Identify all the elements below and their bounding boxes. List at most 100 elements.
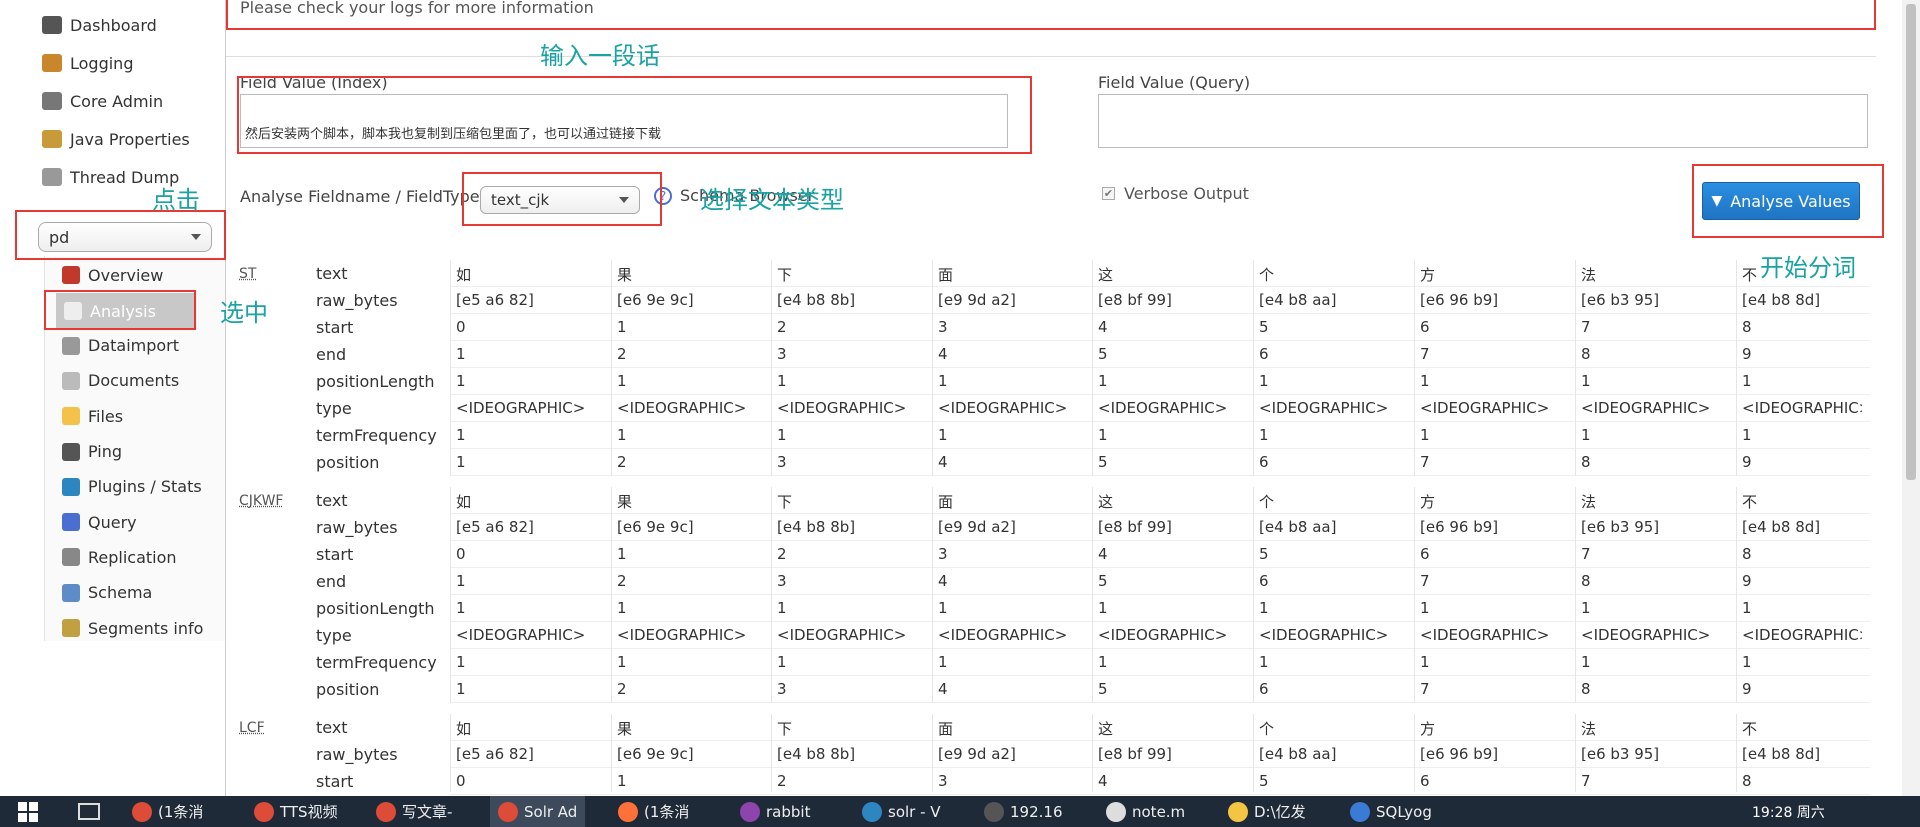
- taskbar-app[interactable]: SQLyog: [1350, 796, 1432, 827]
- token-cell: 1: [1581, 653, 1591, 671]
- core-item-label: Replication: [88, 547, 177, 567]
- token-cell: 7: [1581, 545, 1591, 563]
- error-text: Please check your logs for more informat…: [240, 0, 594, 17]
- column-divider: [1736, 487, 1737, 703]
- token-cell: [e4 b8 aa]: [1259, 291, 1337, 309]
- taskbar-app[interactable]: TTS视频: [254, 796, 338, 827]
- taskbar-app[interactable]: 192.16: [984, 796, 1063, 827]
- token-cell: [e5 a6 82]: [456, 291, 534, 309]
- row-divider: [450, 567, 1870, 568]
- sidebar-item-java-properties[interactable]: Java Properties: [42, 124, 190, 154]
- token-cell: 8: [1581, 453, 1591, 471]
- core-item-label: Files: [88, 406, 124, 426]
- core-item-plugins-stats[interactable]: Plugins / Stats: [62, 472, 202, 502]
- core-item-segments-info[interactable]: Segments info: [62, 613, 203, 643]
- taskbar-app[interactable]: rabbit: [740, 796, 810, 827]
- sidebar-item-label: Dashboard: [70, 15, 157, 35]
- row-label: end: [316, 345, 347, 364]
- core-item-schema[interactable]: Schema: [62, 578, 152, 608]
- taskbar-app[interactable]: solr - V: [862, 796, 941, 827]
- row-divider: [450, 648, 1870, 649]
- core-item-files[interactable]: Files: [62, 401, 123, 431]
- token-cell: 8: [1581, 345, 1591, 363]
- token-cell: <IDEOGRAPHIC>: [1420, 399, 1550, 417]
- row-divider: [450, 794, 1870, 795]
- core-item-documents[interactable]: Documents: [62, 366, 179, 396]
- taskbar: (1条消 TTS视频 写文章- Solr Ad (1条消 rabbit solr - V 19…: [0, 796, 1920, 827]
- token-cell: <IDEOGRAPHIC>: [777, 626, 907, 644]
- token-cell: 1: [1742, 599, 1752, 617]
- core-item-ping[interactable]: Ping: [62, 437, 122, 467]
- token-cell: 1: [1581, 372, 1591, 390]
- row-label: start: [316, 772, 354, 791]
- taskbar-app[interactable]: D:\亿发: [1228, 796, 1306, 827]
- token-cell: 4: [1098, 318, 1108, 336]
- app-icon: [618, 801, 638, 822]
- taskbar-app-label: (1条消: [158, 803, 204, 821]
- row-label: position: [316, 453, 380, 472]
- token-cell: 0: [456, 545, 466, 563]
- token-cell: 法: [1581, 720, 1597, 738]
- column-divider: [932, 260, 933, 476]
- sidebar-item-logging[interactable]: Logging: [42, 48, 133, 78]
- token-cell: 4: [938, 453, 948, 471]
- row-label: text: [316, 264, 348, 283]
- token-cell: [e9 9d a2]: [938, 518, 1016, 536]
- token-cell: 1: [1420, 653, 1430, 671]
- row-divider: [450, 286, 1870, 287]
- core-item-label: Segments info: [88, 618, 204, 638]
- token-cell: [e6 9e 9c]: [617, 745, 694, 763]
- core-item-query[interactable]: Query: [62, 507, 137, 537]
- token-cell: 1: [456, 453, 466, 471]
- column-divider: [771, 487, 772, 703]
- token-cell: 7: [1420, 572, 1430, 590]
- taskbar-app[interactable]: note.m: [1106, 796, 1185, 827]
- sidebar-item-dashboard[interactable]: Dashboard: [42, 10, 157, 40]
- taskbar-clock[interactable]: 19:28 周六: [1752, 802, 1825, 822]
- annotation-box-core: [15, 210, 226, 260]
- token-cell: 3: [938, 772, 948, 790]
- taskbar-app-label: TTS视频: [280, 803, 338, 821]
- column-divider: [1575, 714, 1576, 792]
- core-item-overview[interactable]: Overview: [62, 260, 163, 290]
- query-field-textarea[interactable]: [1098, 94, 1868, 148]
- row-divider: [450, 675, 1870, 676]
- token-cell: 1: [1742, 372, 1752, 390]
- token-cell: 1: [1581, 426, 1591, 444]
- token-cell: 面: [938, 266, 954, 284]
- core-item-label: Documents: [88, 371, 180, 391]
- token-cell: 6: [1259, 453, 1269, 471]
- scrollbar-thumb[interactable]: [1906, 4, 1916, 480]
- token-cell: [e4 b8 8d]: [1742, 291, 1821, 309]
- token-cell: 2: [777, 772, 787, 790]
- windows-start-icon[interactable]: [18, 802, 38, 822]
- token-cell: 1: [938, 599, 948, 617]
- sidebar-item-label: Java Properties: [70, 129, 190, 149]
- verbose-checkbox[interactable]: ✔: [1102, 187, 1115, 200]
- page-scrollbar[interactable]: [1902, 0, 1920, 796]
- taskbar-app[interactable]: 写文章-: [376, 796, 452, 827]
- token-cell: 6: [1259, 680, 1269, 698]
- taskbar-app[interactable]: Solr Ad: [490, 796, 586, 827]
- column-divider: [450, 487, 451, 703]
- row-label: type: [316, 399, 352, 418]
- token-cell: 果: [617, 266, 633, 284]
- token-cell: 方: [1420, 493, 1436, 511]
- token-cell: 2: [777, 318, 787, 336]
- taskbar-app[interactable]: (1条消: [132, 796, 203, 827]
- core-item-dataimport[interactable]: Dataimport: [62, 331, 179, 361]
- core-item-replication[interactable]: Replication: [62, 542, 177, 572]
- task-view-icon[interactable]: [78, 803, 100, 820]
- section-label: CJKWF: [239, 493, 284, 509]
- annotation-start: 开始分词: [1760, 254, 1856, 282]
- taskbar-app[interactable]: (1条消: [618, 796, 689, 827]
- row-divider: [450, 702, 1870, 703]
- token-cell: 个: [1259, 493, 1275, 511]
- row-label: position: [316, 680, 380, 699]
- column-divider: [1736, 260, 1737, 476]
- row-divider: [450, 394, 1870, 395]
- token-cell: 4: [938, 572, 948, 590]
- sidebar-item-core-admin[interactable]: Core Admin: [42, 86, 163, 116]
- dashboard-icon: [42, 16, 62, 34]
- token-cell: 9: [1742, 345, 1752, 363]
